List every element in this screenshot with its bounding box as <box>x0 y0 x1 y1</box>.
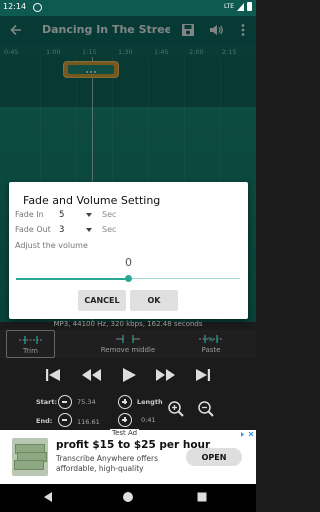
skip-to-start-icon[interactable] <box>44 366 62 384</box>
fade-out-dropdown-icon[interactable] <box>86 228 92 232</box>
skip-to-end-icon[interactable] <box>194 366 212 384</box>
nav-back-icon[interactable] <box>42 491 54 503</box>
ad-banner[interactable]: Test Ad profit $15 to $25 per hour Trans… <box>0 429 256 484</box>
end-increase-icon[interactable] <box>118 413 132 427</box>
paste-tool[interactable]: % Paste <box>190 330 232 358</box>
fade-volume-dialog: Fade and Volume Setting Fade In 5 Sec Fa… <box>9 182 248 319</box>
start-label: Start: <box>36 398 58 406</box>
start-increase-icon[interactable] <box>118 395 132 409</box>
remove-middle-icon <box>116 335 140 343</box>
selection-range: Start: 75.34 End: 116.61 Length 0:41 <box>0 392 256 430</box>
status-bar: 12:14 LTE <box>0 0 256 16</box>
volume-slider-thumb[interactable] <box>124 274 132 282</box>
paste-icon: % <box>199 335 223 343</box>
svg-text:%: % <box>208 337 214 344</box>
audio-info: MP3, 44100 Hz, 320 kbps, 162.48 seconds <box>53 320 203 328</box>
fade-in-value[interactable]: 5 <box>59 210 64 220</box>
adjust-volume-label: Adjust the volume <box>15 241 88 250</box>
ad-headline[interactable]: profit $15 to $25 per hour <box>56 439 210 451</box>
edit-toolbar: Trim Remove middle % Paste <box>0 330 256 358</box>
length-label: Length <box>137 398 163 406</box>
fade-out-label: Fade Out <box>15 225 51 234</box>
end-label: End: <box>36 417 53 425</box>
trim-tool[interactable]: Trim <box>6 330 55 358</box>
ad-choices-icon[interactable] <box>240 431 254 438</box>
system-nav-bar <box>0 484 256 512</box>
notification-icon <box>33 3 42 12</box>
status-icons: LTE <box>224 2 252 11</box>
paste-label: Paste <box>201 346 221 354</box>
battery-icon <box>247 2 252 11</box>
signal-icon <box>237 2 244 11</box>
ad-image-bill <box>14 460 44 470</box>
ad-description: Transcribe Anywhere offers affordable, h… <box>56 454 158 473</box>
nav-home-icon[interactable] <box>122 491 134 503</box>
remove-middle-label: Remove middle <box>100 346 156 354</box>
play-icon[interactable] <box>120 366 138 384</box>
fade-in-unit: Sec <box>102 210 117 219</box>
ad-image <box>12 438 48 476</box>
remove-middle-tool[interactable]: Remove middle <box>95 330 161 358</box>
length-value: 0:41 <box>141 416 156 424</box>
fade-out-unit: Sec <box>102 225 117 234</box>
status-time: 12:14 <box>3 2 27 11</box>
rewind-icon[interactable] <box>80 366 102 384</box>
network-type: LTE <box>224 3 234 10</box>
zoom-in-icon[interactable] <box>167 400 185 418</box>
dialog-title: Fade and Volume Setting <box>23 194 161 207</box>
ad-label: Test Ad <box>110 429 140 437</box>
start-decrease-icon[interactable] <box>58 395 72 409</box>
fast-forward-icon[interactable] <box>155 366 177 384</box>
volume-value: 0 <box>125 256 132 269</box>
trim-icon <box>18 336 43 344</box>
zoom-out-icon[interactable] <box>197 400 215 418</box>
fade-out-value[interactable]: 3 <box>59 225 64 235</box>
end-value[interactable]: 116.61 <box>77 418 100 426</box>
cancel-button[interactable]: CANCEL <box>78 290 126 311</box>
ok-button[interactable]: OK <box>130 290 178 311</box>
fade-in-label: Fade In <box>15 210 44 219</box>
ad-open-button[interactable]: OPEN <box>186 448 242 466</box>
fade-in-dropdown-icon[interactable] <box>86 213 92 217</box>
trim-label: Trim <box>23 347 38 355</box>
start-value[interactable]: 75.34 <box>77 398 96 406</box>
nav-recents-icon[interactable] <box>196 491 208 503</box>
transport-controls <box>0 358 256 392</box>
volume-slider-fill <box>16 277 128 280</box>
end-decrease-icon[interactable] <box>58 413 72 427</box>
